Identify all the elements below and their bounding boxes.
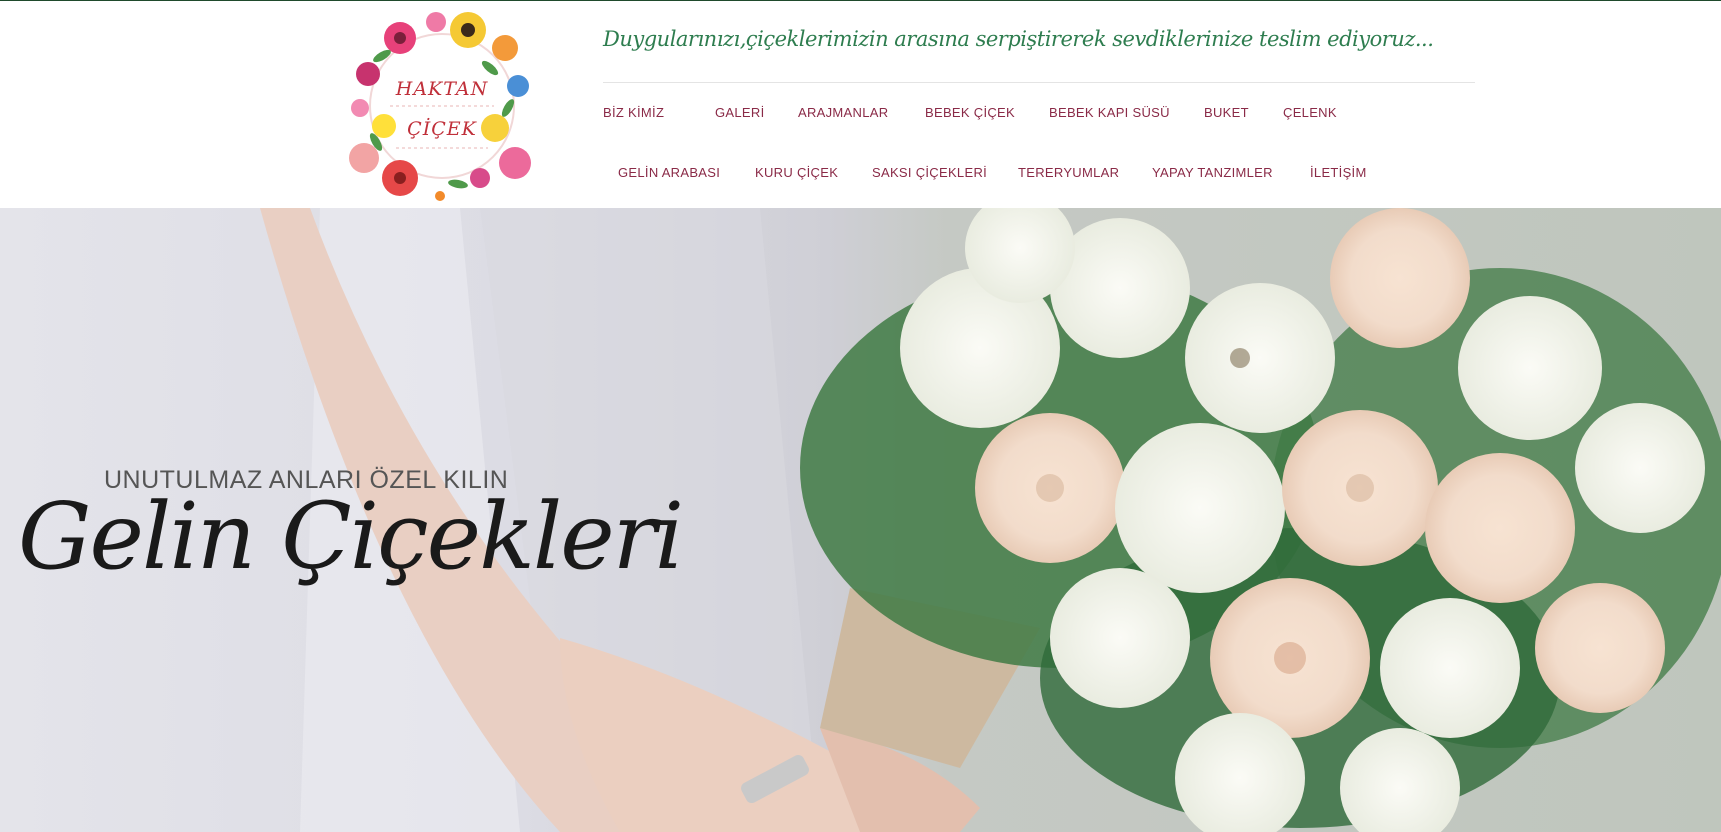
nav-saksi-cicekleri[interactable]: SAKSI ÇİÇEKLERİ — [872, 165, 987, 180]
nav-bebek-kapi-susu[interactable]: BEBEK KAPI SÜSÜ — [1049, 105, 1170, 120]
hero-title: Gelin Çiçekleri — [18, 483, 684, 590]
logo-line1: HAKTAN — [395, 78, 489, 100]
nav-arajmanlar[interactable]: ARAJMANLAR — [798, 105, 888, 120]
site-tagline: Duygularınızı,çiçeklerimizin arasına ser… — [603, 27, 1434, 51]
flower-wreath-icon — [349, 12, 531, 201]
nav-celenk[interactable]: ÇELENK — [1283, 105, 1337, 120]
nav-galeri[interactable]: GALERİ — [715, 105, 764, 120]
nav-yapay-tanzimler[interactable]: YAPAY TANZIMLER — [1152, 165, 1273, 180]
header-divider — [603, 82, 1475, 83]
site-logo[interactable]: HAKTAN ÇİÇEK — [340, 8, 544, 208]
nav-iletisim[interactable]: İLETİŞİM — [1310, 165, 1367, 180]
nav-kuru-cicek[interactable]: KURU ÇİÇEK — [755, 165, 838, 180]
nav-buket[interactable]: BUKET — [1204, 105, 1249, 120]
hero-banner[interactable]: UNUTULMAZ ANLARI ÖZEL KILIN Gelin Çiçekl… — [0, 208, 1721, 832]
nav-bebek-cicek[interactable]: BEBEK ÇİÇEK — [925, 105, 1015, 120]
logo-line2: ÇİÇEK — [407, 118, 477, 140]
nav-gelin-arabasi[interactable]: GELİN ARABASI — [618, 165, 720, 180]
site-header: HAKTAN ÇİÇEK Duygularınızı,çiçeklerimizi… — [0, 1, 1721, 208]
nav-biz-kimiz[interactable]: BİZ KİMİZ — [603, 105, 664, 120]
nav-tereryumlar[interactable]: TERERYUMLAR — [1018, 165, 1119, 180]
